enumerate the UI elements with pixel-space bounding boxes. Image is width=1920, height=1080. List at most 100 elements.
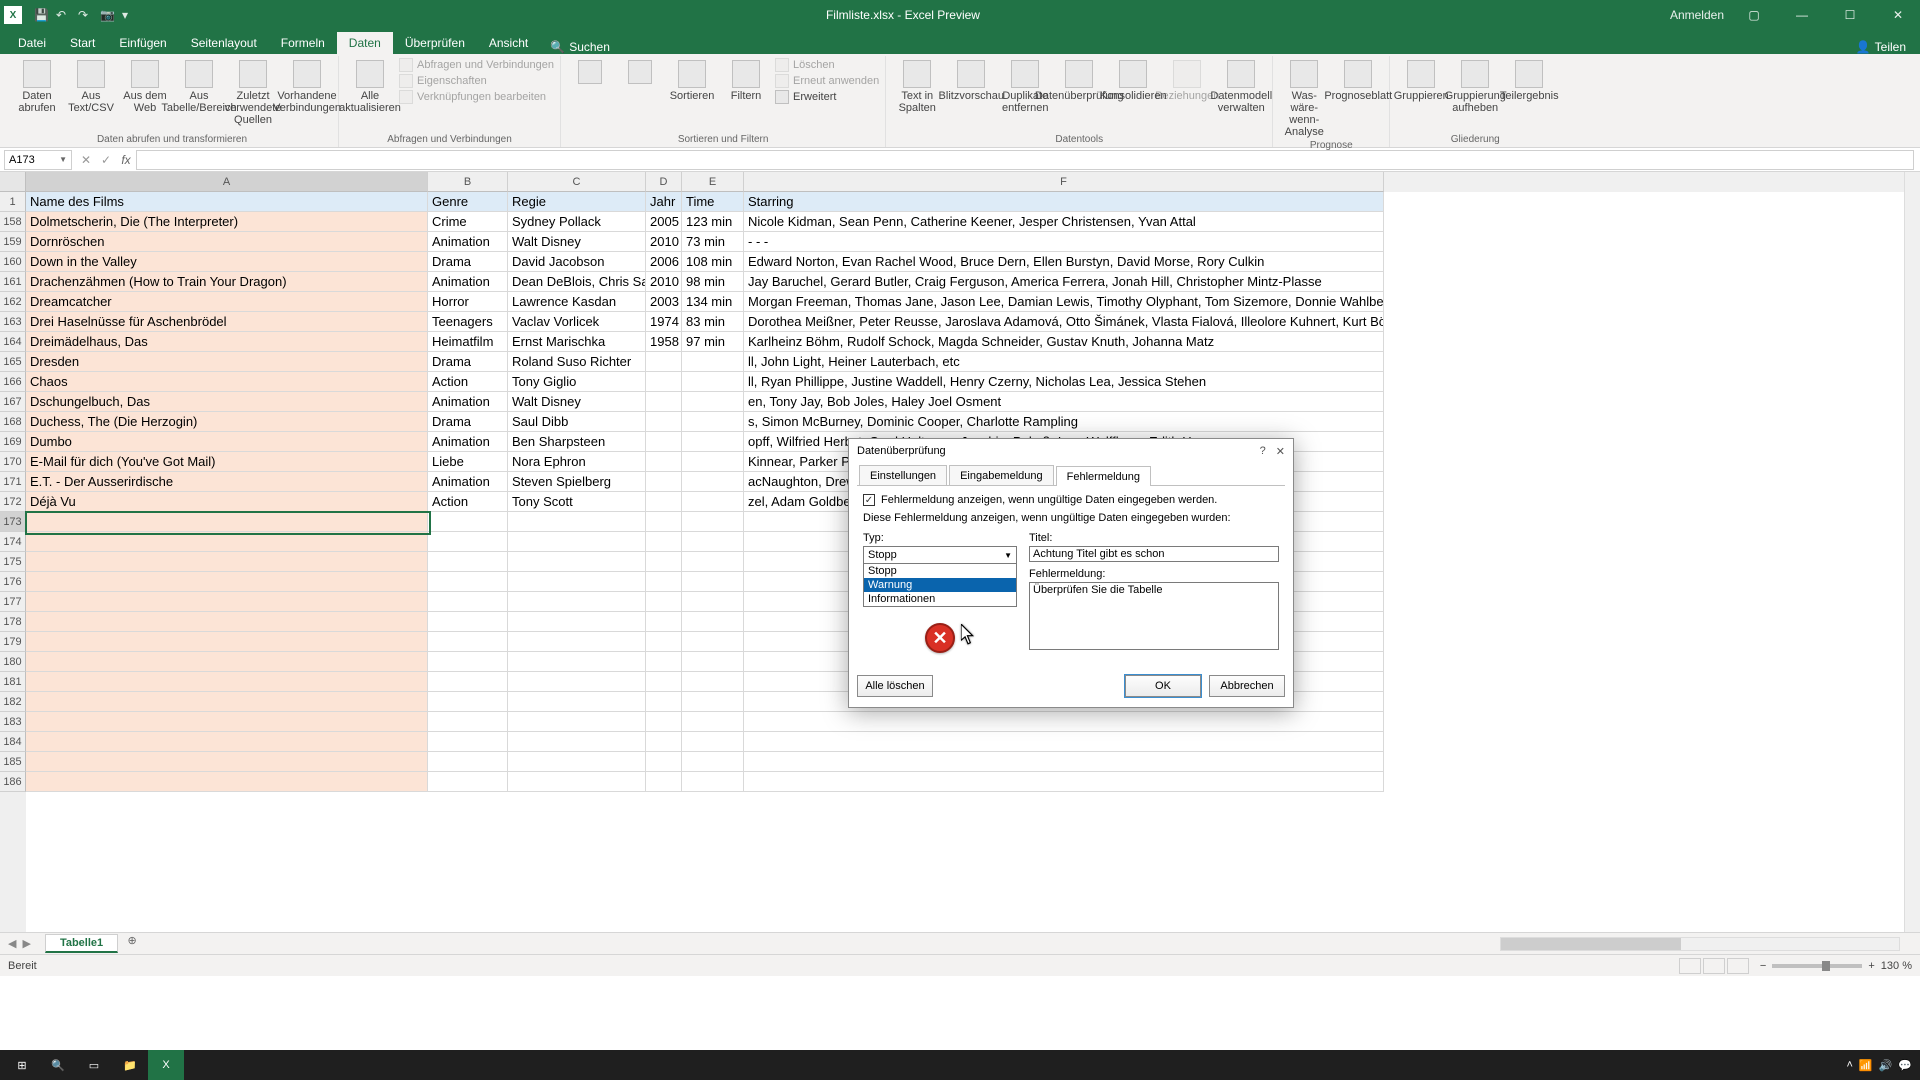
row-erweitert[interactable]: Erweitert [775,90,879,104]
cell[interactable]: 97 min [682,332,744,352]
cell[interactable] [428,512,508,532]
row-header[interactable]: 166 [0,372,26,392]
cell[interactable] [646,692,682,712]
cell[interactable]: 98 min [682,272,744,292]
cell[interactable] [508,552,646,572]
btn-gruppierung-aufheben[interactable]: Gruppierung aufheben [1450,58,1500,116]
row-header[interactable]: 179 [0,632,26,652]
sheet-tab-active[interactable]: Tabelle1 [45,934,118,953]
cell[interactable] [682,452,744,472]
cell[interactable]: Dornröschen [26,232,428,252]
col-header-F[interactable]: F [744,172,1384,192]
cell[interactable] [744,772,1384,792]
cell[interactable]: Tony Giglio [508,372,646,392]
cell[interactable] [682,632,744,652]
qat-save-icon[interactable]: 💾 [34,8,48,22]
tab-start[interactable]: Start [58,32,107,54]
cell[interactable] [508,652,646,672]
fx-icon[interactable]: fx [116,153,136,167]
row-header[interactable]: 158 [0,212,26,232]
btn-teilergebnis[interactable]: Teilergebnis [1504,58,1554,104]
cell[interactable] [428,572,508,592]
cell[interactable] [508,732,646,752]
cell[interactable] [508,612,646,632]
cell[interactable] [26,552,428,572]
type-option-stopp[interactable]: Stopp [864,564,1016,578]
row-header[interactable]: 167 [0,392,26,412]
cell[interactable]: Dorothea Meißner, Peter Reusse, Jaroslav… [744,312,1384,332]
cell[interactable] [646,732,682,752]
cell[interactable]: Walt Disney [508,392,646,412]
dialog-close-button[interactable]: ✕ [1276,445,1285,458]
cell[interactable] [508,692,646,712]
cell[interactable] [646,752,682,772]
qat-camera-icon[interactable]: 📷 [100,8,114,22]
btn-sortieren[interactable]: Sortieren [667,58,717,104]
cell[interactable]: 2006 [646,252,682,272]
cell[interactable]: Animation [428,432,508,452]
tell-me-search[interactable]: 🔍 Suchen [540,40,620,54]
cell[interactable] [682,552,744,572]
btn-vorhandene-verbindungen[interactable]: Vorhandene Verbindungen [282,58,332,116]
dialog-tab-einstellungen[interactable]: Einstellungen [859,465,947,485]
file-explorer-icon[interactable]: 📁 [112,1050,148,1080]
cell[interactable] [428,692,508,712]
cell[interactable]: Sydney Pollack [508,212,646,232]
cell[interactable]: Tony Scott [508,492,646,512]
row-header[interactable]: 169 [0,432,26,452]
btn-konsolidieren[interactable]: Konsolidieren [1108,58,1158,104]
btn-blitzvorschau[interactable]: Blitzvorschau [946,58,996,104]
tab-daten[interactable]: Daten [337,32,393,54]
cell[interactable]: Steven Spielberg [508,472,646,492]
view-pagelayout-button[interactable] [1703,958,1725,974]
cell[interactable]: Ernst Marischka [508,332,646,352]
cell[interactable] [428,612,508,632]
cell[interactable] [508,592,646,612]
cell[interactable] [646,552,682,572]
cell[interactable] [646,592,682,612]
title-field-input[interactable] [1029,546,1279,562]
view-normal-button[interactable] [1679,958,1701,974]
minimize-button[interactable]: — [1784,8,1820,22]
cell[interactable]: ll, John Light, Heiner Lauterbach, etc [744,352,1384,372]
cell[interactable] [428,652,508,672]
cell[interactable] [428,632,508,652]
cell[interactable]: Animation [428,392,508,412]
type-combo[interactable]: Stopp ▼ [863,546,1017,564]
btn-datenmodell[interactable]: Datenmodell verwalten [1216,58,1266,116]
cell[interactable] [508,572,646,592]
row-loeschen[interactable]: Löschen [775,58,879,72]
zoom-slider[interactable] [1772,964,1862,968]
tray-volume-icon[interactable]: 🔊 [1879,1059,1893,1072]
cell[interactable] [646,712,682,732]
cell[interactable] [646,352,682,372]
btn-sort-za[interactable] [617,58,663,86]
cell[interactable]: 1958 [646,332,682,352]
row-header[interactable]: 163 [0,312,26,332]
row-erneut[interactable]: Erneut anwenden [775,74,879,88]
maximize-button[interactable]: ☐ [1832,8,1868,22]
cell[interactable] [682,752,744,772]
cell[interactable] [26,672,428,692]
row-header[interactable]: 175 [0,552,26,572]
cell[interactable] [646,412,682,432]
cell[interactable] [26,632,428,652]
cell[interactable] [646,652,682,672]
cell[interactable]: Ben Sharpsteen [508,432,646,452]
cell[interactable] [646,372,682,392]
cell[interactable] [508,532,646,552]
cell[interactable] [682,532,744,552]
cell[interactable] [428,772,508,792]
cell[interactable] [508,772,646,792]
cell[interactable] [682,652,744,672]
row-header[interactable]: 171 [0,472,26,492]
cell[interactable] [26,752,428,772]
cell[interactable]: 2005 [646,212,682,232]
tab-formeln[interactable]: Formeln [269,32,337,54]
cell[interactable] [428,532,508,552]
row-header[interactable]: 168 [0,412,26,432]
cell[interactable] [646,452,682,472]
col-header-C[interactable]: C [508,172,646,192]
row-header[interactable]: 178 [0,612,26,632]
btn-duplikate-entfernen[interactable]: Duplikate entfernen [1000,58,1050,116]
